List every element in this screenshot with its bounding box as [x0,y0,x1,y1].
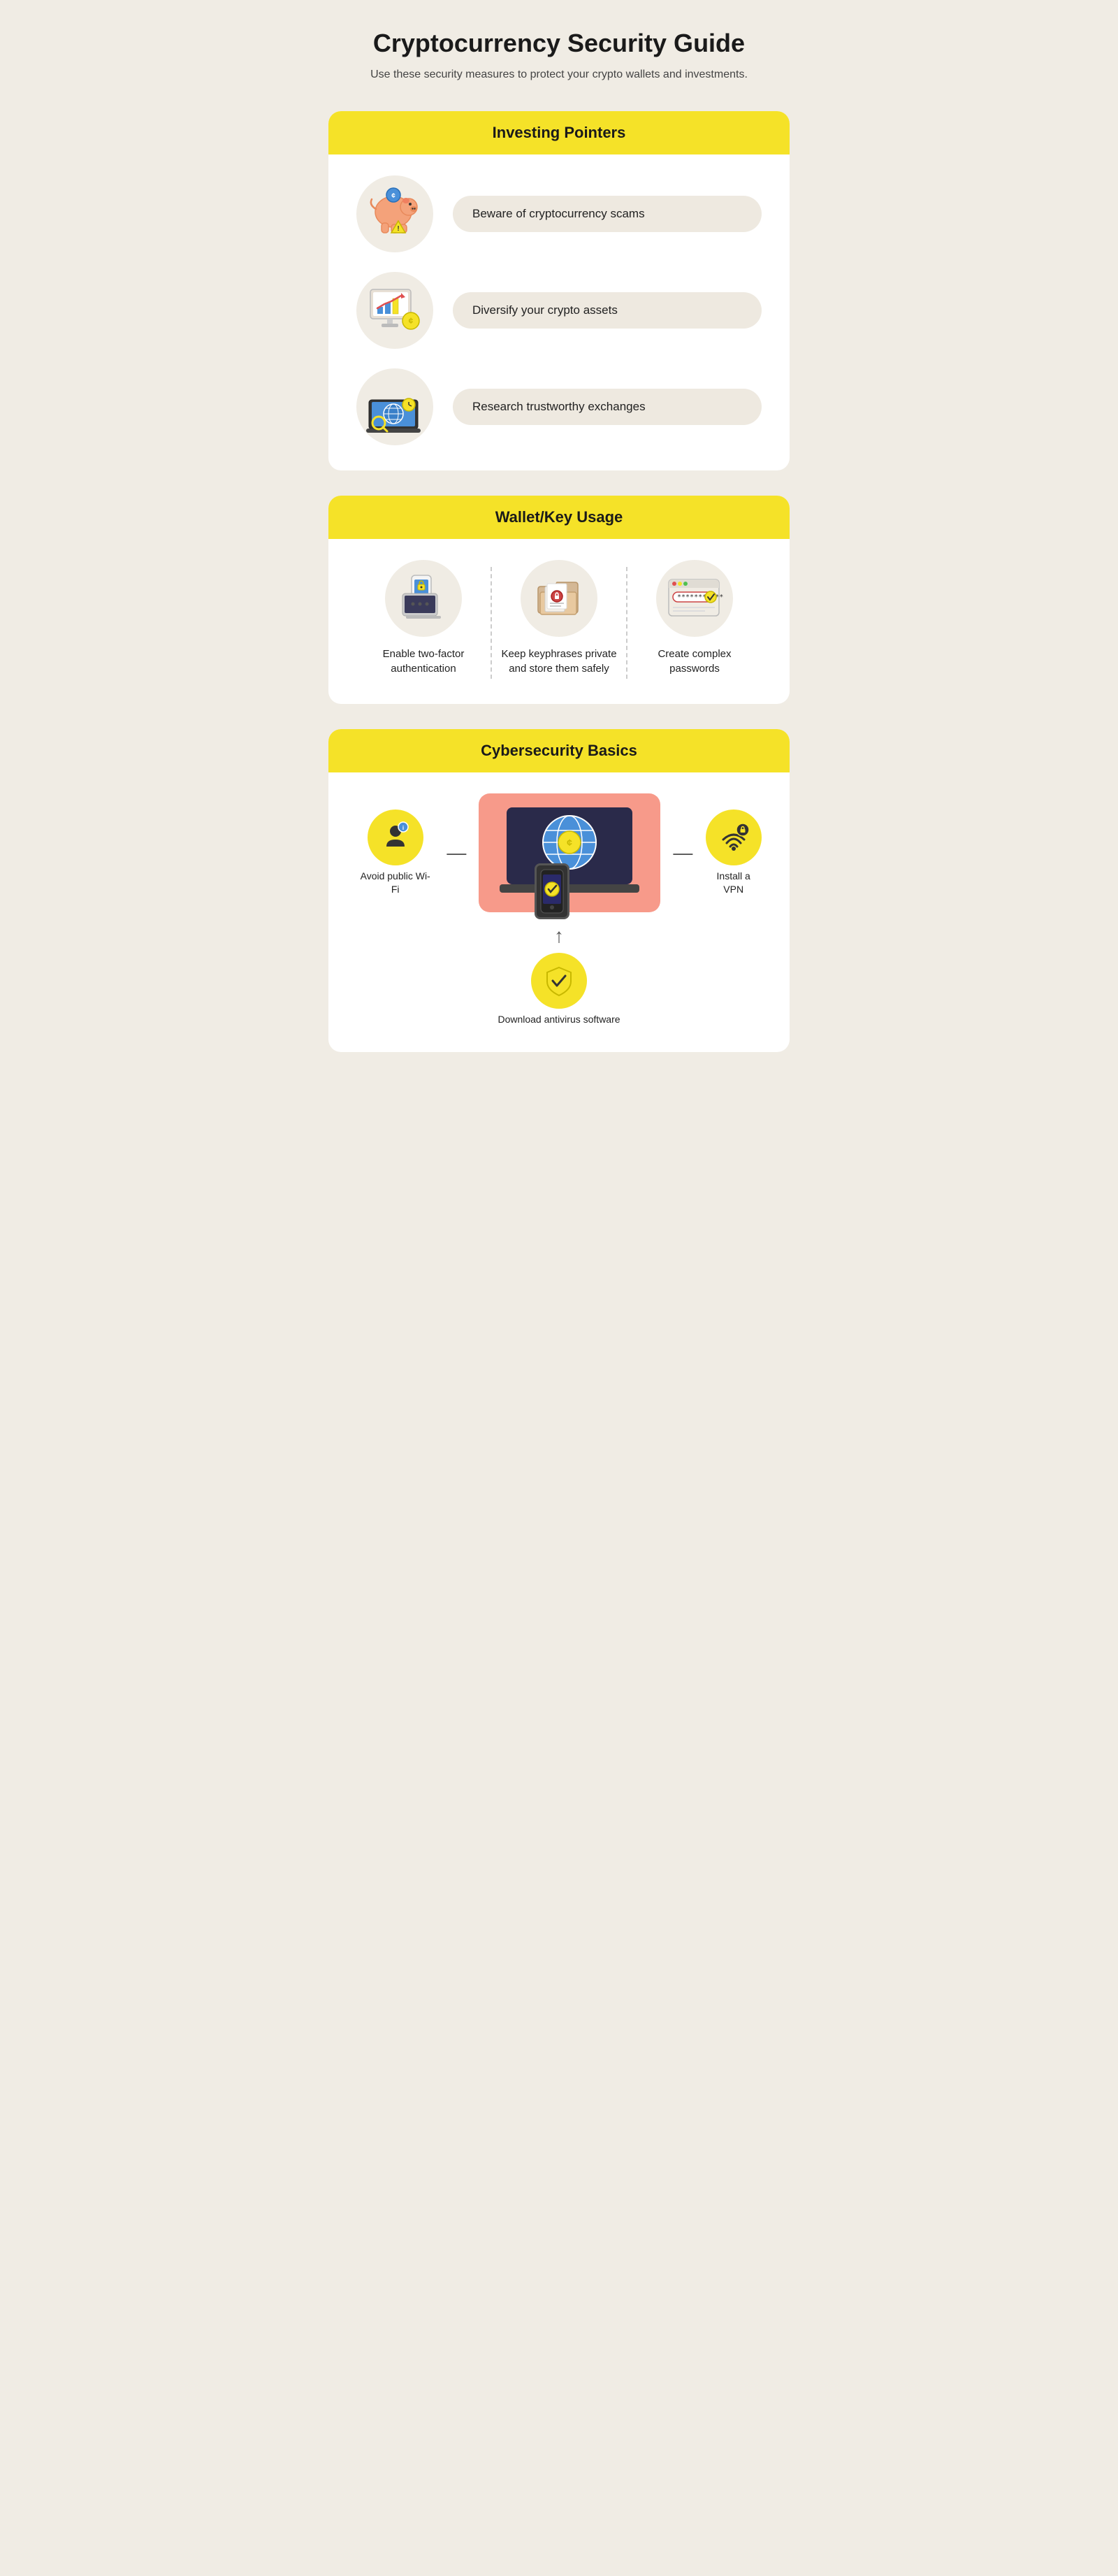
list-item: ¢ ! Beware of cryptocurrency scams [356,175,762,252]
cyber-top-row: i Avoid public Wi-Fi — [356,793,762,912]
investing-body: ¢ ! Beware of cryptocurrency scams [328,154,790,470]
svg-text:¢: ¢ [567,837,572,848]
list-item: Research trustworthy exchanges [356,368,762,445]
password-icon: *********** [656,560,733,637]
list-item: Keep keyphrases private and store them s… [492,560,626,676]
investing-header: Investing Pointers [328,111,790,154]
cyber-item-label: Download antivirus software [498,1013,620,1027]
laptop-display: ¢ [479,793,660,912]
wifi-lock-icon [706,810,762,865]
wifi-person-icon: i [368,810,423,865]
wallet-item-label: Create complex passwords [634,647,755,676]
phone-overlay [535,863,569,919]
investing-item-label: Research trustworthy exchanges [453,389,762,425]
2fa-icon [385,560,462,637]
cyber-main-device: ¢ [479,793,660,912]
separator: — [673,842,692,864]
investing-item-label: Beware of cryptocurrency scams [453,196,762,232]
cyber-header: Cybersecurity Basics [328,729,790,772]
wallet-body: Enable two-factor authentication [328,539,790,704]
page-title: Cryptocurrency Security Guide [328,28,790,58]
down-arrow: ↑ [554,925,564,947]
svg-text:¢: ¢ [409,316,414,326]
wallet-item-label: Keep keyphrases private and store them s… [499,647,619,676]
globe-laptop-icon [356,368,433,445]
svg-text:!: ! [397,225,399,233]
list-item: i Avoid public Wi-Fi [356,810,434,897]
cyber-item-label: Install a VPN [705,870,762,897]
list-item: *********** Create complex passwords [627,560,762,676]
wallet-section: Wallet/Key Usage [328,496,790,704]
chart-coin-icon: ¢ [356,272,433,349]
keyphrase-icon [521,560,597,637]
list-item: ¢ Diversify your crypto assets [356,272,762,349]
list-item: Install a VPN [705,810,762,897]
list-item: Download antivirus software [498,953,620,1027]
investing-section: Investing Pointers [328,111,790,470]
shield-icon [531,953,587,1009]
wallet-grid: Enable two-factor authentication [356,560,762,679]
separator: — [447,842,466,864]
device-wrapper: ¢ [479,793,660,912]
svg-text:¢: ¢ [391,192,395,200]
wallet-item-label: Enable two-factor authentication [363,647,484,676]
wallet-header: Wallet/Key Usage [328,496,790,539]
cyber-item-label: Avoid public Wi-Fi [356,870,434,897]
cyber-layout: i Avoid public Wi-Fi — [356,793,762,1027]
piggy-scam-icon: ¢ ! [356,175,433,252]
cyber-section: Cybersecurity Basics i [328,729,790,1052]
investing-item-label: Diversify your crypto assets [453,292,762,329]
list-item: Enable two-factor authentication [356,560,491,676]
cyber-body: i Avoid public Wi-Fi — [328,772,790,1052]
page-subtitle: Use these security measures to protect y… [328,66,790,83]
svg-text:i: i [402,825,404,831]
